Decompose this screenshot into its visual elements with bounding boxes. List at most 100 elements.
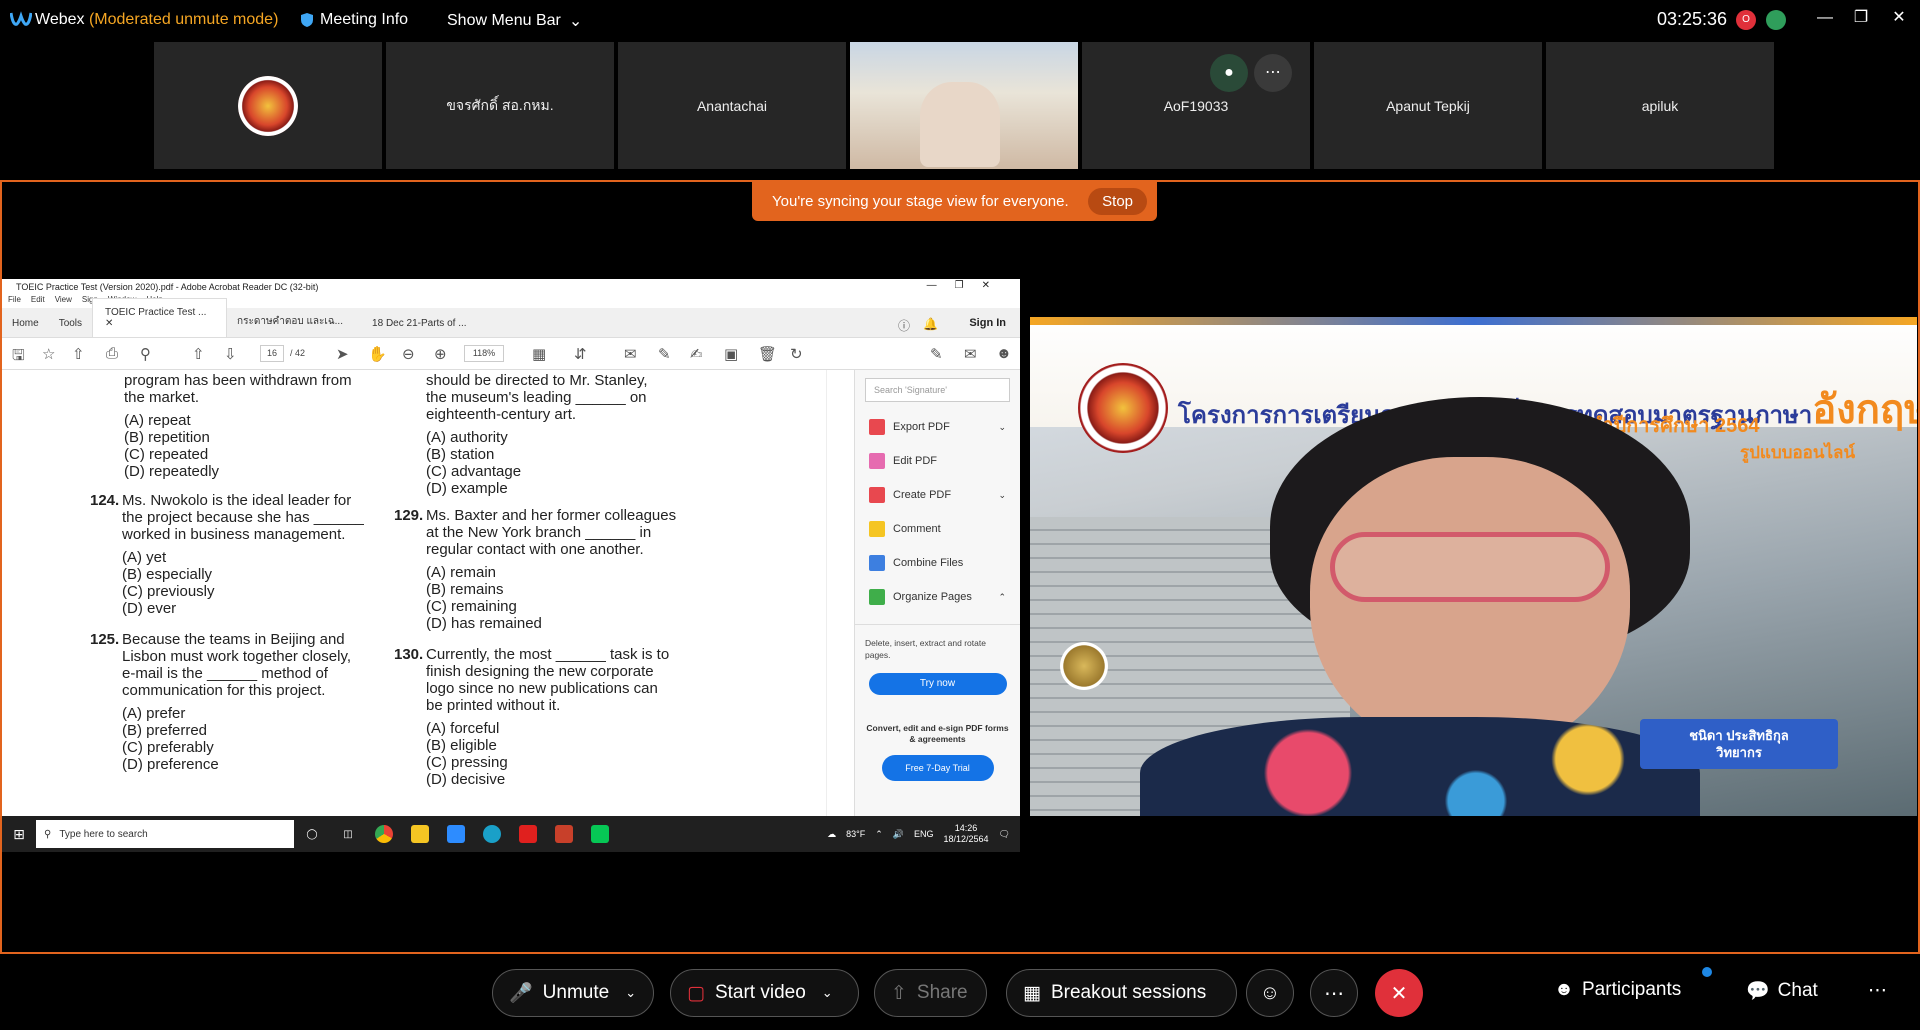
meeting-info-button[interactable]: Meeting Info [300,11,408,29]
network-stats-icon[interactable] [1766,10,1786,30]
weather-temp[interactable]: 83°F [846,829,865,839]
tab-document[interactable]: 18 Dec 21-Parts of ... [362,318,497,337]
sign-in-button[interactable]: Sign In [969,317,1006,329]
volume-icon[interactable]: 🔊 [893,829,904,840]
sign-tool-icon[interactable]: ✎ [930,345,943,363]
bell-icon[interactable]: 🔔 [923,317,938,331]
cortana-icon[interactable]: ◯ [294,816,330,852]
participant-tile[interactable]: Anantachai [618,42,846,169]
task-view-icon[interactable]: ◫ [330,816,366,852]
file-explorer-icon[interactable] [402,816,438,852]
active-speaker-video[interactable]: โครงการการเตรียมความพร้อมเพื่อการทดสอบมา… [1030,317,1917,816]
zoom-search-icon[interactable]: ⚲ [140,345,151,363]
recording-indicator-icon[interactable]: O [1736,10,1756,30]
menu-edit[interactable]: Edit [31,295,45,308]
taskbar-search-input[interactable]: ⚲ Type here to search [36,820,294,848]
tools-search-input[interactable]: Search 'Signature' [865,378,1010,402]
chrome-icon[interactable] [366,816,402,852]
close-icon[interactable]: ✕ [105,318,113,329]
pdf-page[interactable]: program has been withdrawn from the mark… [2,370,852,816]
weather-icon[interactable]: ☁ [827,829,836,840]
zoom-in-icon[interactable]: ⊕ [434,345,447,363]
page-up-icon[interactable]: ⇧ [192,345,205,363]
reactions-button[interactable]: ☺ [1246,969,1294,1017]
notification-icon[interactable]: 🗨 [999,829,1010,840]
menu-file[interactable]: File [8,295,21,308]
edit-pdf-item[interactable]: Edit PDF [855,444,1020,478]
share-button[interactable]: ⇧ Share [874,969,987,1017]
comment-icon[interactable]: ✉ [624,345,637,363]
create-pdf-item[interactable]: Create PDF ⌄ [855,478,1020,512]
answer-option: (B) repetition [124,429,210,446]
close-window-button[interactable]: ✕ [1884,6,1914,30]
scroll-mode-icon[interactable]: ⇵ [574,345,587,363]
zoom-level-select[interactable]: 118% [464,345,504,362]
line-app-icon[interactable] [582,816,618,852]
edge-icon[interactable] [474,816,510,852]
tab-document[interactable]: กระดาษคำตอบ และเฉ... [227,314,362,337]
stamp-icon[interactable]: ▣ [724,345,738,363]
help-icon[interactable]: ⓘ [898,317,910,334]
participant-tile[interactable]: Apanut Tepkij [1314,42,1542,169]
shared-screen[interactable]: TOEIC Practice Test (Version 2020).pdf -… [2,279,1020,852]
page-number-input[interactable]: 16 [260,345,284,362]
participant-tile[interactable] [154,42,382,169]
account-icon[interactable]: ☻ [996,345,1012,362]
more-panels-button[interactable]: ⋯ [1868,979,1887,1002]
chevron-down-icon[interactable]: ⌄ [822,985,833,1001]
tab-home[interactable]: Home [2,318,49,337]
try-now-button[interactable]: Try now [868,673,1007,695]
participant-tile[interactable]: apiluk [1546,42,1774,169]
pen-icon[interactable]: ✎ [658,345,671,363]
tab-document-active[interactable]: TOEIC Practice Test ... ✕ [92,298,228,337]
leave-meeting-button[interactable]: ✕ [1375,969,1423,1017]
chat-button[interactable]: 💬 Chat [1746,979,1818,1003]
breakout-sessions-button[interactable]: ▦ Breakout sessions [1006,969,1237,1017]
pdf-app-icon[interactable] [546,816,582,852]
speaker-nameplate: ชนิดา ประสิทธิกุล วิทยากร [1640,719,1838,769]
tools-pane: Search 'Signature' Export PDF ⌄ Edit PDF … [854,370,1020,816]
more-options-button[interactable]: ⋯ [1310,969,1358,1017]
trash-icon[interactable]: 🗑 [758,345,777,363]
menu-view[interactable]: View [55,295,72,308]
show-menu-bar-button[interactable]: Show Menu Bar ⌄ [447,11,582,31]
participant-tile[interactable]: ขจรศักดิ์ สอ.กหม. [386,42,614,169]
save-icon[interactable]: 🖫 [12,345,25,370]
free-trial-button[interactable]: Free 7-Day Trial [881,755,994,781]
start-video-button[interactable]: ▢ Start video ⌄ [670,969,859,1017]
stop-sync-button[interactable]: Stop [1088,187,1147,215]
participant-video-tile[interactable] [850,42,1078,169]
windows-start-icon[interactable]: ⊞ [2,826,36,843]
participant-tile[interactable]: AoF19033 ● ⋯ [1082,42,1310,169]
unmute-button[interactable]: 🎤 Unmute ⌄ [492,969,654,1017]
language-indicator[interactable]: ENG [914,829,934,839]
hand-tool-icon[interactable]: ✋ [368,345,387,363]
pdf-scrollbar[interactable] [826,370,836,816]
star-icon[interactable]: ☆ [42,345,55,363]
mail-icon[interactable]: ✉ [964,345,977,363]
tray-overflow-icon[interactable]: ⌃ [875,829,883,840]
select-cursor-icon[interactable]: ➤ [336,345,349,363]
zoom-app-icon[interactable] [438,816,474,852]
rotate-icon[interactable]: ↻ [790,345,803,363]
chevron-down-icon[interactable]: ⌄ [625,985,636,1001]
page-down-icon[interactable]: ⇩ [224,345,237,363]
participants-button[interactable]: ☻ Participants [1554,979,1681,1001]
upload-icon[interactable]: ⇧ [72,345,85,363]
tab-tools[interactable]: Tools [49,318,92,337]
combine-files-item[interactable]: Combine Files [855,546,1020,580]
zoom-out-icon[interactable]: ⊖ [402,345,415,363]
taskbar-clock[interactable]: 14:26 18/12/2564 [944,823,989,845]
print-icon[interactable]: ⎙ [106,345,118,362]
sign-icon[interactable]: ✍ [690,345,703,363]
audio-indicator-icon[interactable]: ● [1210,54,1248,92]
comment-item[interactable]: Comment [855,512,1020,546]
acrobat-app-icon[interactable] [510,816,546,852]
export-pdf-item[interactable]: Export PDF ⌄ [855,410,1020,444]
minimize-window-button[interactable]: — [1810,6,1840,30]
restore-window-button[interactable]: ❐ [1846,6,1876,30]
fit-page-icon[interactable]: ▦ [532,345,546,363]
edit-pdf-icon [869,453,885,469]
more-options-icon[interactable]: ⋯ [1254,54,1292,92]
organize-pages-item[interactable]: Organize Pages ⌃ [855,580,1020,614]
